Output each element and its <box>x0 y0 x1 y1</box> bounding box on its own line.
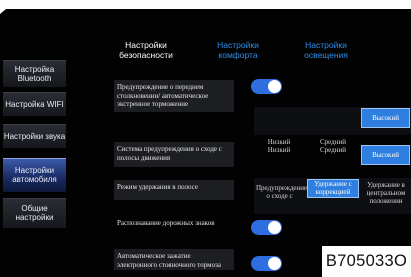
lane-departure-option-low[interactable]: Низкий <box>262 146 296 154</box>
auto-hold-label: Автоматическое зажатие электронного стоя… <box>114 249 234 270</box>
tab-lighting-settings[interactable]: Настройки освещения <box>298 40 354 60</box>
lane-departure-label: Система предупреждения о сходе с полосы … <box>114 142 234 167</box>
lane-departure-option-mid[interactable]: Средний <box>315 146 351 154</box>
lane-keep-option-warn[interactable]: Предупреждение о сходе с <box>256 184 307 200</box>
forward-collision-toggle[interactable] <box>251 79 282 94</box>
screen: Настройки безопасности Настройки комфорт… <box>0 0 411 277</box>
sidebar-item-vehicle[interactable]: Настройки автомобиля <box>3 158 66 192</box>
sensitivity-option-high[interactable]: Высокий <box>361 108 410 128</box>
sidebar-item-general[interactable]: Общие настройки <box>3 198 66 228</box>
toggle-knob <box>268 221 281 234</box>
sidebar-item-wifi[interactable]: Настройка WIFI <box>3 92 66 116</box>
sidebar-item-sound[interactable]: Настройки звука <box>3 124 66 148</box>
toggle-knob <box>268 80 281 93</box>
top-border <box>0 0 411 9</box>
sensitivity-option-low[interactable]: Низкий <box>262 138 296 146</box>
tab-comfort-settings[interactable]: Настройки комфорта <box>210 40 266 60</box>
sign-recognition-toggle[interactable] <box>251 220 282 235</box>
sensitivity-option-mid[interactable]: Средний <box>315 138 351 146</box>
sign-recognition-label: Распознавание дорожных знаков <box>117 219 215 227</box>
auto-hold-toggle[interactable] <box>251 256 282 271</box>
reference-code: B705033O <box>322 246 411 277</box>
lane-keep-option-correction[interactable]: Удержание с коррекцией <box>307 179 359 198</box>
lane-keep-option-center[interactable]: Удержание в центральном положении <box>361 181 411 205</box>
tab-safety-settings[interactable]: Настройки безопасности <box>98 40 194 60</box>
forward-collision-label: Предупреждение о переднем столкновении/ … <box>114 80 234 112</box>
sidebar-item-bluetooth[interactable]: Настройка Bluetooth <box>3 60 66 87</box>
lane-departure-option-high[interactable]: Высокий <box>361 145 410 165</box>
lane-keep-label: Режим удержания в полосе <box>114 180 234 200</box>
toggle-knob <box>268 257 281 270</box>
corner-notch <box>0 0 22 14</box>
